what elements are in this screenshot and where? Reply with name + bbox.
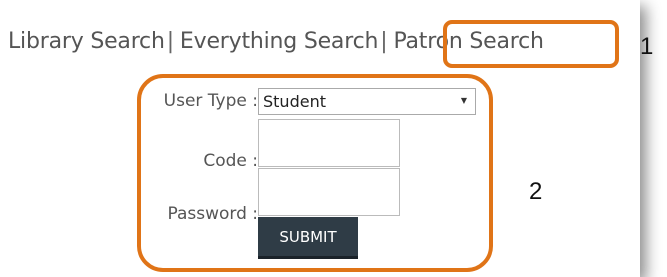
tab-library-search[interactable]: Library Search — [8, 29, 165, 54]
patron-tab-highlight-box — [443, 20, 619, 68]
user-type-select[interactable]: Student ▼ — [258, 88, 476, 115]
tab-separator: | — [380, 29, 388, 54]
user-type-value: Student — [263, 92, 326, 111]
submit-button[interactable]: SUBMIT — [258, 217, 358, 259]
annotation-number-2: 2 — [529, 178, 543, 205]
code-label: Code : — [203, 151, 258, 171]
annotation-number-1: 1 — [640, 33, 654, 60]
code-input[interactable] — [258, 119, 400, 167]
dropdown-arrow-icon: ▼ — [460, 96, 467, 105]
user-type-label: User Type : — [163, 91, 258, 111]
submit-button-label: SUBMIT — [279, 227, 337, 246]
tab-everything-search[interactable]: Everything Search — [180, 29, 378, 54]
tab-separator: | — [166, 29, 174, 54]
password-label: Password : — [167, 204, 258, 224]
password-input[interactable] — [258, 168, 400, 216]
